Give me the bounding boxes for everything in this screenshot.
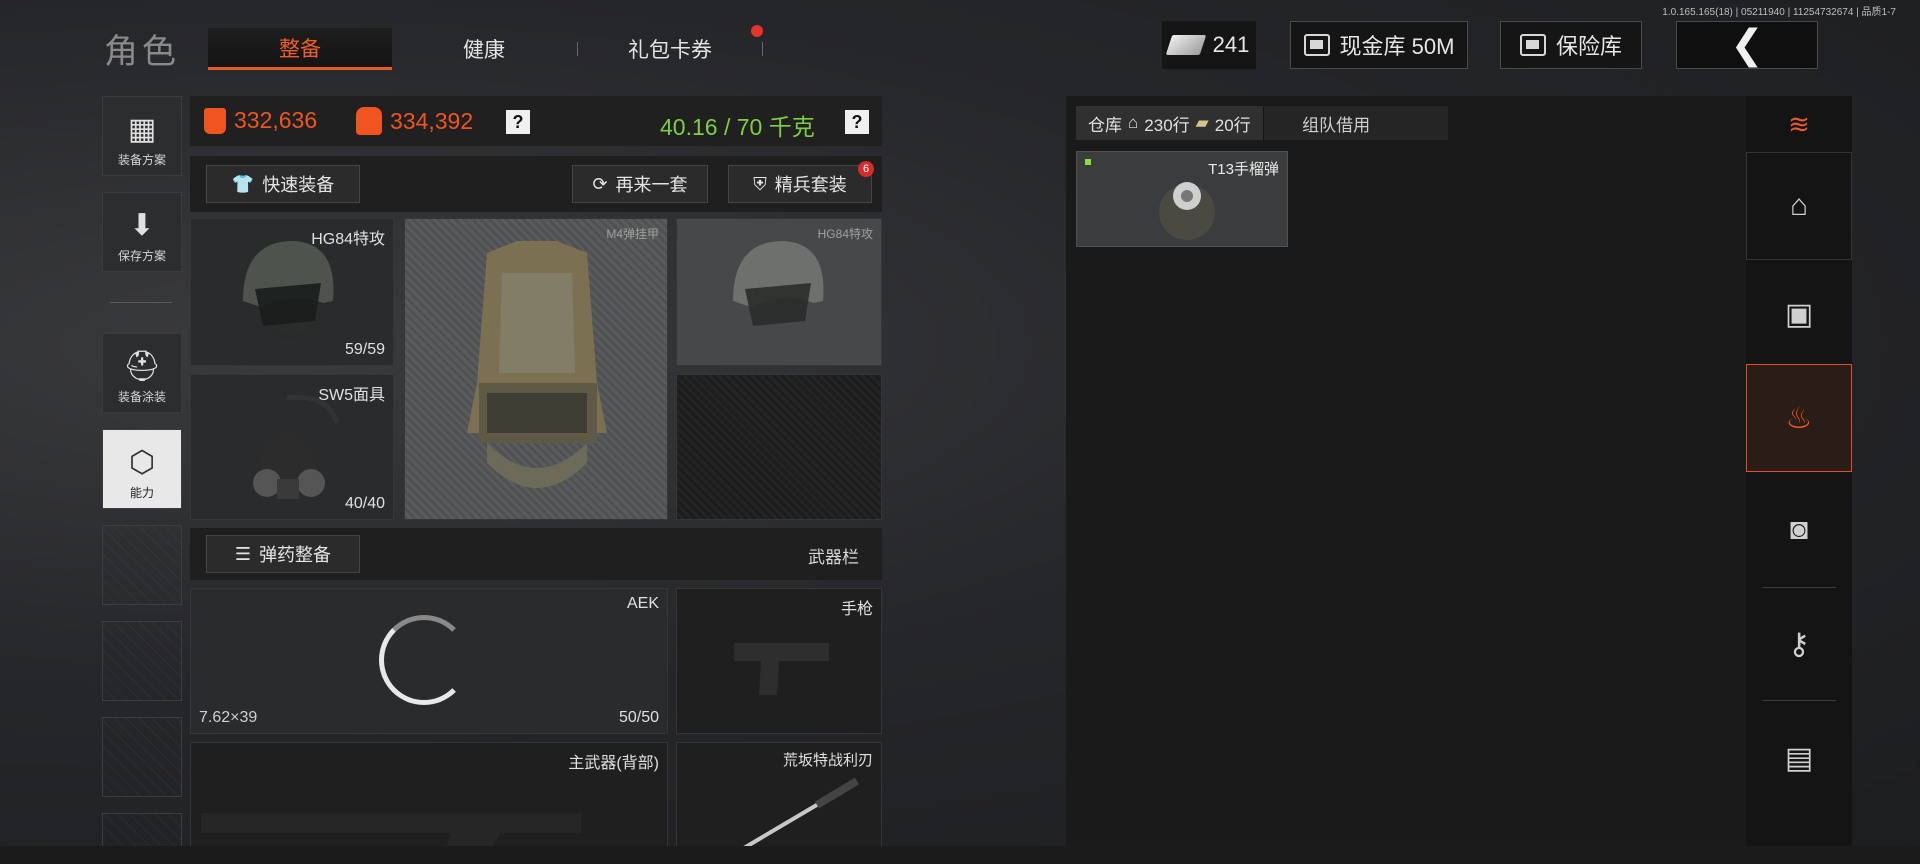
melee-name: 荒坂特战利刃: [782, 752, 873, 769]
value-help-button[interactable]: ?: [506, 110, 530, 134]
bottom-strip: [0, 846, 1920, 864]
shield-icon: ⛨: [753, 173, 767, 194]
backpack-value-stat: 334,392: [356, 107, 473, 135]
key-icon: ⚷: [1788, 627, 1810, 661]
elite-set-button[interactable]: ⛨ 精兵套装: [728, 165, 872, 203]
currency-display[interactable]: 241: [1162, 21, 1256, 69]
helmet-preview-icon: [733, 241, 824, 326]
key-button[interactable]: ⚷: [1746, 590, 1852, 698]
grenade-icon: [1159, 182, 1215, 240]
page-title: 角色: [104, 33, 180, 71]
vest-slot[interactable]: M4弹挂甲: [404, 218, 668, 520]
tab-health[interactable]: 健康: [392, 28, 576, 70]
sidebar-ability[interactable]: ⬡ 能力: [102, 429, 182, 509]
ammo-list-icon: ☰: [234, 543, 252, 564]
toolbar-divider: [1762, 587, 1836, 588]
armor-box-icon: ▣: [1784, 297, 1814, 331]
sort-refresh-button[interactable]: ≋: [1746, 96, 1852, 152]
stack-refresh-icon: ≋: [1788, 108, 1810, 139]
tab-gift-coupons[interactable]: 礼包卡券: [578, 28, 762, 70]
primary-weapon-slot[interactable]: AEK 7.62×39 50/50: [190, 588, 668, 734]
pistol-slot[interactable]: 手枪: [676, 588, 882, 734]
version-text: 1.0.165.165(18) | 05211940 | 11254732674…: [1662, 7, 1896, 18]
cash-stack-icon: ▤: [1784, 741, 1814, 775]
download-save-icon: ⬇: [129, 209, 155, 242]
pistol-slot-label: 手枪: [840, 601, 873, 618]
weapon-section-label: 武器栏: [808, 548, 859, 567]
helmet-durability: 59/59: [344, 341, 385, 358]
mask-durability: 40/40: [344, 495, 385, 512]
warehouse-tabs: 仓库 ⌂ 230行 ▰ 20行 组队借用: [1076, 106, 1448, 140]
tab-warehouse[interactable]: 仓库 ⌂ 230行 ▰ 20行: [1076, 106, 1263, 140]
cash-icon: [1165, 35, 1206, 55]
helmet-slot[interactable]: HG84特攻 59/59: [190, 218, 394, 366]
cash-vault-button[interactable]: 现金库 50M: [1290, 21, 1468, 69]
safe-button[interactable]: 保险库: [1500, 21, 1642, 69]
weight-display: 40.16 / 70 千克: [660, 114, 815, 140]
home-icon: ⌂: [1128, 113, 1139, 132]
armor-icon: [204, 107, 226, 134]
item-quality-indicator: [1085, 159, 1091, 165]
tab-divider: [762, 42, 763, 56]
sidebar-equip-plan[interactable]: ▦ 装备方案: [102, 96, 182, 176]
cash-rows-icon: ▰: [1195, 113, 1209, 132]
gas-mask-icon: [253, 394, 340, 499]
primary-caliber: 7.62×39: [199, 709, 258, 726]
home-icon: ⌂: [1789, 189, 1809, 222]
primary-ammo-count: 50/50: [618, 709, 659, 726]
primary-weapon-name: AEK: [626, 595, 659, 612]
ability-lightning-icon: ⬡: [128, 446, 156, 479]
back-button[interactable]: ❮: [1676, 21, 1818, 69]
pistol-icon: [734, 643, 829, 695]
notification-dot: [751, 25, 763, 37]
tab-equip[interactable]: 整备: [208, 28, 392, 70]
vest-icon: [467, 241, 607, 488]
refresh-icon: ⟳: [592, 173, 608, 194]
armor-value-stat: 332,636: [204, 107, 317, 134]
vest-plan-icon: ▦: [127, 113, 157, 146]
empty-slot: [102, 525, 182, 605]
chevron-left-icon: ❮: [1730, 23, 1764, 67]
weight-help-button[interactable]: ?: [845, 110, 869, 134]
money-bag-icon: ♨: [1785, 401, 1813, 435]
empty-slot: [102, 717, 182, 797]
ammo-equip-button[interactable]: ☰ 弹药整备: [206, 535, 360, 573]
mask-slot[interactable]: SW5面具 40/40: [190, 374, 394, 520]
helmet-icon: [243, 241, 334, 340]
empty-slot: [102, 621, 182, 701]
sidebar-equip-skin[interactable]: ⛑ 装备涂装: [102, 333, 182, 413]
armor-storage-button[interactable]: ▣: [1746, 260, 1852, 368]
empty-gear-slot[interactable]: [676, 374, 882, 520]
safe-icon: [1519, 34, 1546, 56]
coin-box-button[interactable]: ◙: [1746, 476, 1852, 584]
helmet-preview-slot[interactable]: HG84特攻: [676, 218, 882, 366]
primary-back-label: 主武器(背部): [568, 755, 659, 772]
backpack-icon: [356, 107, 382, 135]
sidebar-save-plan[interactable]: ⬇ 保存方案: [102, 192, 182, 272]
tab-team-borrow[interactable]: 组队借用: [1262, 106, 1409, 140]
warehouse-item-grenade[interactable]: T13手榴弹: [1076, 151, 1288, 247]
toolbar-divider: [1762, 700, 1836, 701]
money-bag-button[interactable]: ♨: [1746, 364, 1852, 472]
another-set-button[interactable]: ⟳ 再来一套: [572, 165, 708, 203]
home-storage-button[interactable]: ⌂: [1746, 152, 1852, 260]
sidebar-divider: [110, 302, 172, 303]
quick-equip-button[interactable]: 👕 快速装备: [206, 165, 360, 203]
vault-icon: [1303, 34, 1330, 56]
helmet-skin-icon: ⛑: [122, 350, 162, 383]
cash-stack-button[interactable]: ▤: [1746, 704, 1852, 812]
loading-spinner-icon: [379, 615, 469, 705]
coin-box-icon: ◙: [1789, 513, 1809, 546]
elite-set-badge: 6: [858, 161, 874, 177]
shirt-icon: 👕: [231, 173, 255, 194]
